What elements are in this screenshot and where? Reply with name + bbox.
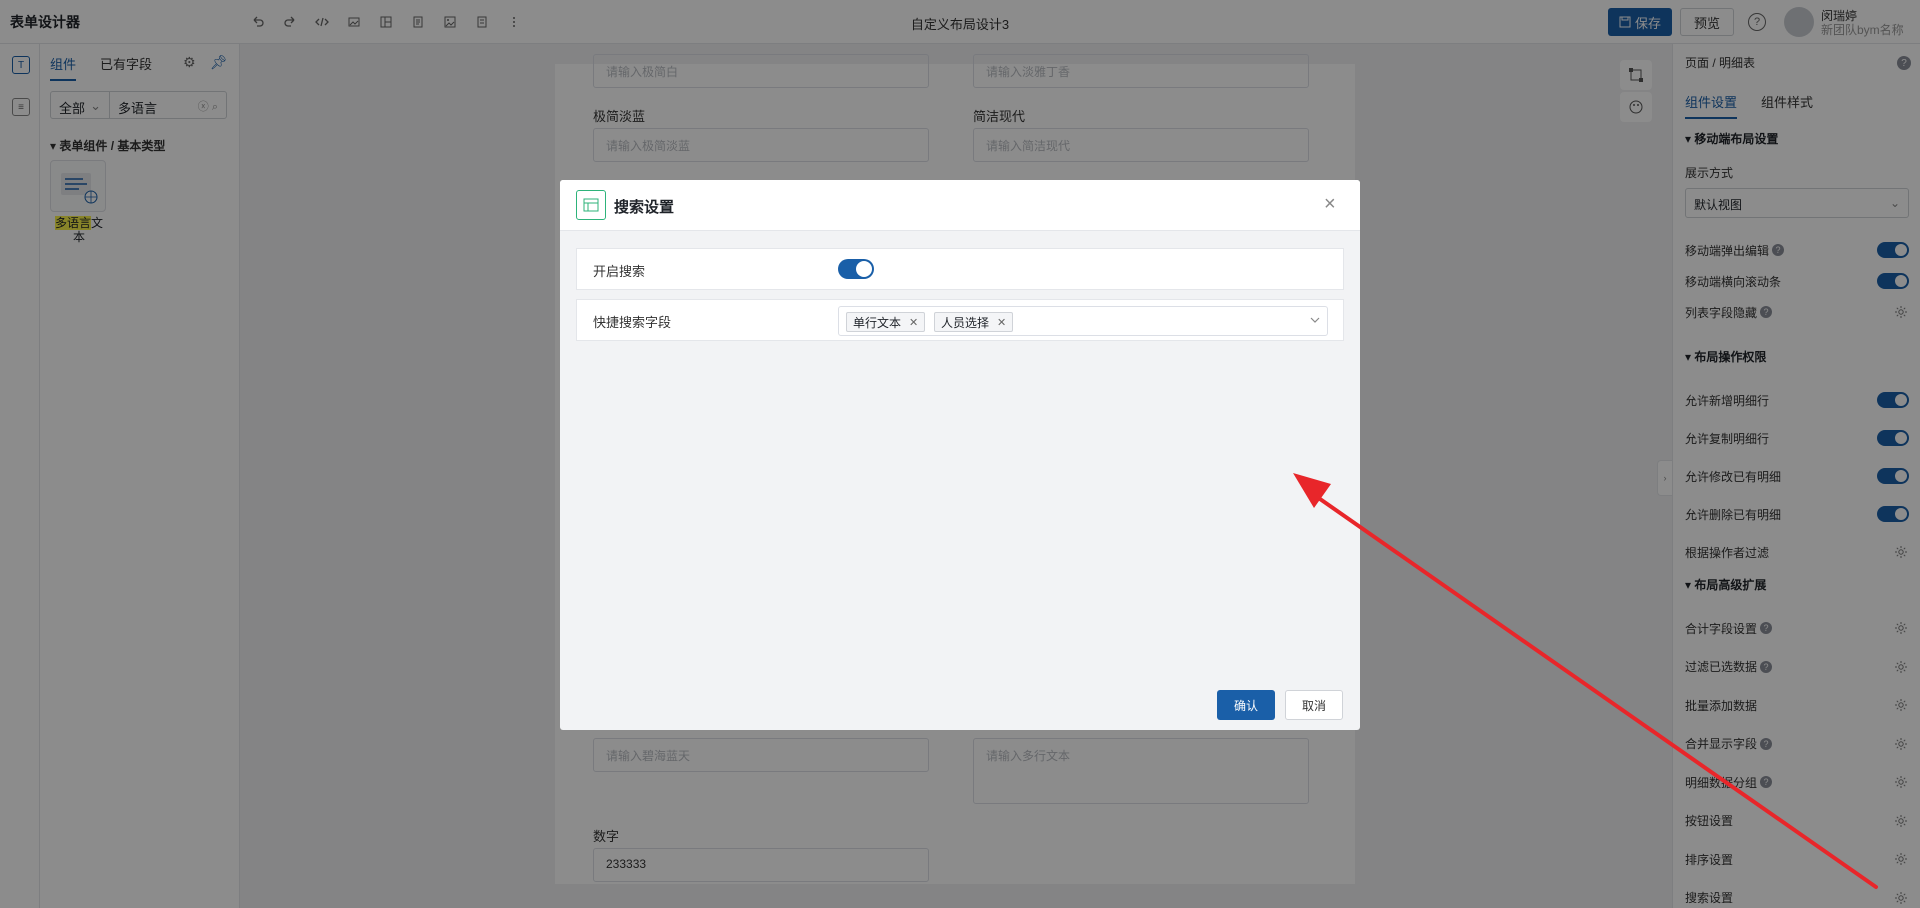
dialog-title: 搜索设置 [614, 199, 675, 216]
field-tag-label: 人员选择 [941, 315, 990, 330]
search-settings-dialog: 搜索设置 × 开启搜索 快捷搜索字段 单行文本 ✕ 人员选择 ✕ 确认 取消 [560, 180, 1360, 730]
remove-tag-icon[interactable]: ✕ [909, 316, 918, 329]
dialog-header: 搜索设置 × [560, 180, 1360, 231]
quick-search-fields-row: 快捷搜索字段 单行文本 ✕ 人员选择 ✕ [576, 299, 1344, 341]
chevron-down-icon[interactable] [1309, 314, 1321, 329]
enable-search-label: 开启搜索 [593, 264, 646, 279]
quick-search-fields-select[interactable]: 单行文本 ✕ 人员选择 ✕ [838, 306, 1328, 336]
quick-search-fields-label: 快捷搜索字段 [593, 315, 672, 330]
enable-search-toggle[interactable] [838, 259, 874, 279]
remove-tag-icon[interactable]: ✕ [997, 316, 1006, 329]
cancel-button[interactable]: 取消 [1285, 690, 1343, 720]
enable-search-row: 开启搜索 [576, 248, 1344, 290]
confirm-button[interactable]: 确认 [1217, 690, 1275, 720]
field-tag: 单行文本 ✕ [846, 312, 926, 332]
close-icon[interactable]: × [1324, 194, 1336, 214]
search-settings-icon [576, 190, 606, 220]
field-tag-label: 单行文本 [853, 315, 902, 330]
field-tag: 人员选择 ✕ [934, 312, 1014, 332]
